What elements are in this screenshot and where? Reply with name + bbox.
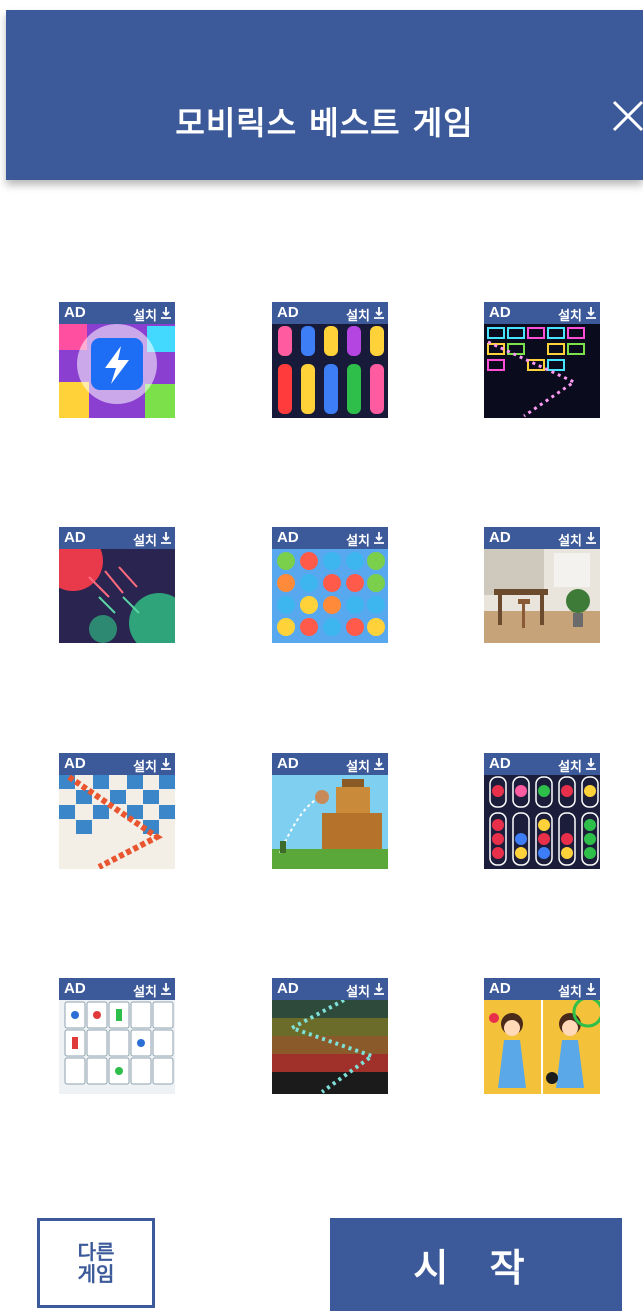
download-icon [161,307,171,319]
ad-label: AD [489,304,511,321]
ad-label: AD [64,304,86,321]
game-tile-12[interactable]: AD 설치 [484,978,600,1094]
download-icon [374,307,384,319]
start-button[interactable]: 시 작 [330,1218,622,1311]
game-tile-7[interactable]: AD 설치 [59,753,175,869]
download-icon [374,983,384,995]
download-icon [374,758,384,770]
install-label: 설치 [558,308,582,323]
game-tile-3[interactable]: AD 설치 [484,302,600,418]
game-tile-9[interactable]: AD 설치 [484,753,600,869]
header-bar: 모비릭스 베스트 게임 [6,10,643,180]
ad-bar: AD 설치 [484,753,600,775]
ad-bar: AD 설치 [272,527,388,549]
game-tile-2[interactable]: AD 설치 [272,302,388,418]
ad-label: AD [489,755,511,772]
ad-label: AD [489,980,511,997]
ad-bar: AD 설치 [484,527,600,549]
ad-label: AD [64,755,86,772]
download-icon [161,532,171,544]
install-label: 설치 [558,533,582,548]
game-tile-4[interactable]: AD 설치 [59,527,175,643]
download-icon [374,532,384,544]
other-games-button[interactable]: 다른 게임 [37,1218,155,1308]
game-tile-8[interactable]: AD 설치 [272,753,388,869]
ad-label: AD [277,980,299,997]
install-label: 설치 [346,308,370,323]
download-icon [586,983,596,995]
download-icon [586,532,596,544]
game-tile-6[interactable]: AD 설치 [484,527,600,643]
download-icon [586,758,596,770]
install-label: 설치 [133,308,157,323]
install-label: 설치 [133,533,157,548]
install-label: 설치 [133,984,157,999]
ad-label: AD [277,529,299,546]
ad-bar: AD 설치 [59,527,175,549]
install-label: 설치 [346,984,370,999]
game-tile-5[interactable]: AD 설치 [272,527,388,643]
other-games-label: 다른 게임 [77,1240,115,1286]
ad-label: AD [64,980,86,997]
download-icon [161,758,171,770]
ad-bar: AD 설치 [272,978,388,1000]
ad-bar: AD 설치 [59,302,175,324]
install-label: 설치 [558,759,582,774]
install-label: 설치 [346,533,370,548]
close-icon[interactable] [610,98,643,134]
page-title: 모비릭스 베스트 게임 [175,104,474,142]
ad-bar: AD 설치 [59,753,175,775]
start-label: 시 작 [413,1246,539,1290]
game-tile-10[interactable]: AD 설치 [59,978,175,1094]
install-label: 설치 [558,984,582,999]
ad-label: AD [489,529,511,546]
ad-label: AD [277,755,299,772]
ad-bar: AD 설치 [272,753,388,775]
game-tile-11[interactable]: AD 설치 [272,978,388,1094]
install-label: 설치 [133,759,157,774]
download-icon [586,307,596,319]
ad-bar: AD 설치 [272,302,388,324]
download-icon [161,983,171,995]
ad-bar: AD 설치 [484,978,600,1000]
ad-bar: AD 설치 [484,302,600,324]
ad-label: AD [277,304,299,321]
ad-label: AD [64,529,86,546]
install-label: 설치 [346,759,370,774]
game-tile-1[interactable]: AD 설치 [59,302,175,418]
ad-bar: AD 설치 [59,978,175,1000]
